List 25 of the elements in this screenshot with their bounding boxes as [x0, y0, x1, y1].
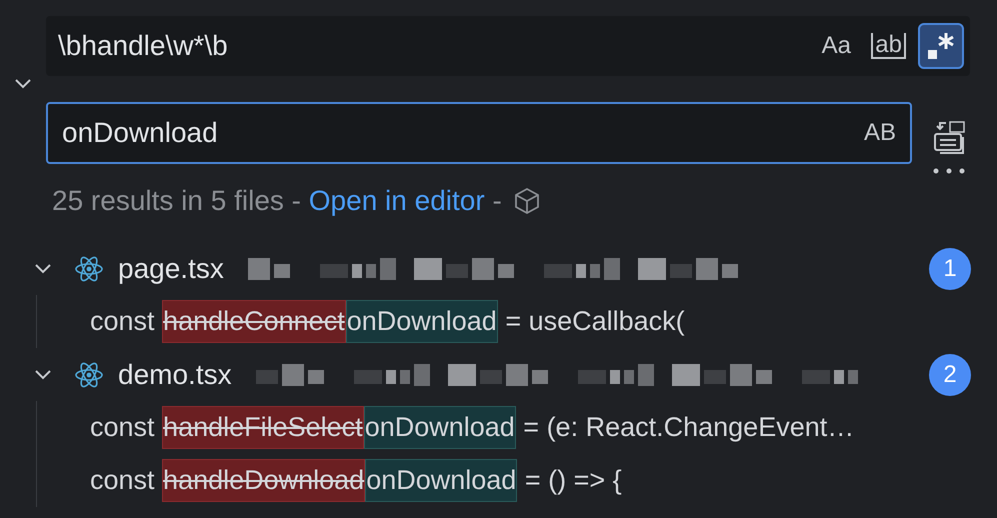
replace-all-icon[interactable] — [932, 120, 966, 154]
match-count-badge: 2 — [929, 354, 971, 396]
match-case-toggle[interactable]: Aa — [813, 23, 860, 69]
file-name[interactable]: page.tsx — [118, 248, 224, 290]
match-count-badge: 1 — [929, 248, 971, 290]
atom-icon — [74, 360, 104, 388]
file-name[interactable]: demo.tsx — [118, 354, 232, 396]
open-in-editor-link[interactable]: Open in editor — [308, 180, 485, 222]
chevron-down-icon[interactable] — [14, 78, 32, 90]
regex-toggle[interactable] — [918, 23, 964, 69]
more-icon[interactable] — [933, 168, 965, 174]
whole-word-toggle[interactable]: ab — [865, 23, 912, 69]
results-summary: 25 results in 5 files - — [52, 184, 302, 218]
chevron-down-icon[interactable] — [34, 262, 52, 274]
search-match-row[interactable]: const handleDownloadonDownload = () => { — [37, 454, 997, 507]
preserve-case-toggle[interactable]: AB — [858, 110, 902, 156]
chevron-down-icon[interactable] — [34, 368, 52, 380]
replace-field[interactable]: onDownload AB — [46, 102, 912, 164]
cube-icon[interactable] — [514, 187, 540, 215]
regex-icon — [926, 31, 956, 61]
atom-icon — [74, 254, 104, 282]
search-field[interactable]: \bhandle\w*\b Aa ab — [46, 16, 970, 76]
search-match-row[interactable]: const handleFileSelectonDownload = (e: React.ChangeEvent… — [37, 401, 997, 454]
separator-dash: - — [491, 184, 502, 218]
search-match-row[interactable]: const handleConnectonDownload = useCallback( — [37, 295, 997, 348]
